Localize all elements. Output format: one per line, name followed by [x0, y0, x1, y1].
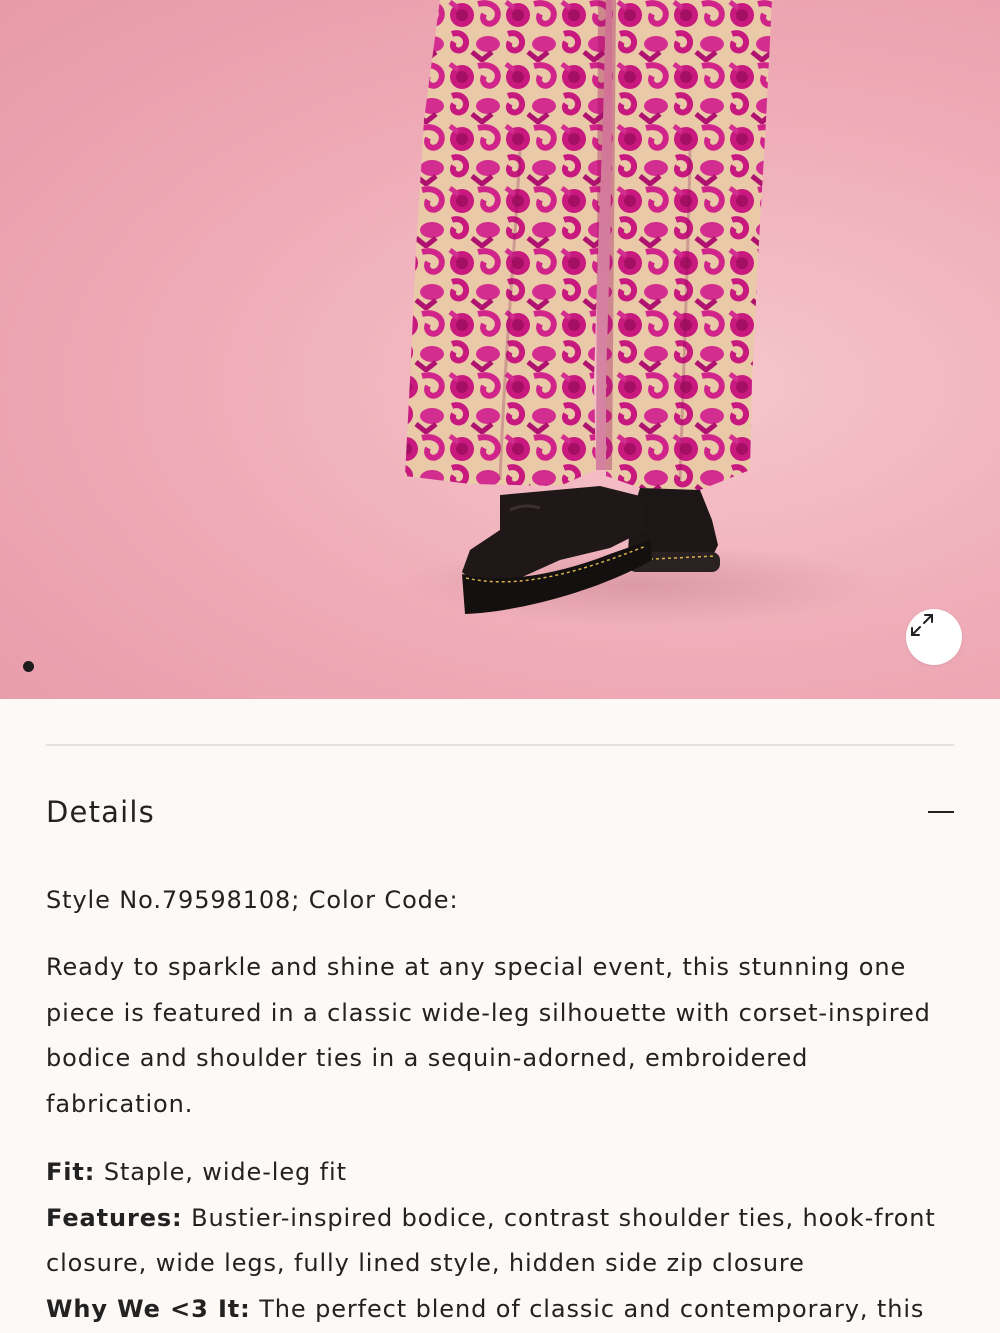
product-image — [400, 0, 880, 625]
product-description: Ready to sparkle and shine at any specia… — [46, 953, 931, 1118]
product-page: Details Style No.79598108; Color Code: R… — [0, 0, 1000, 1333]
spec-value: The perfect blend of classic and contemp… — [259, 1294, 925, 1323]
expand-image-button[interactable] — [906, 609, 962, 665]
carousel-indicator-dot[interactable] — [23, 661, 34, 672]
spec-why-we-love-it: Why We <3 It: The perfect blend of class… — [46, 1287, 956, 1333]
details-accordion-header[interactable]: Details — [46, 786, 954, 838]
spec-value: Staple, wide-leg fit — [103, 1158, 347, 1186]
details-content: Style No.79598108; Color Code: Ready to … — [46, 878, 956, 1332]
expand-arrows-icon — [911, 614, 933, 636]
section-divider — [46, 744, 954, 746]
spec-fit: Fit: Staple, wide-leg fit — [46, 1150, 956, 1196]
spec-label: Why We <3 It: — [46, 1294, 251, 1323]
spec-label: Fit: — [46, 1158, 96, 1186]
details-title: Details — [46, 795, 155, 829]
minus-icon — [928, 811, 954, 813]
style-number: Style No.79598108; Color Code: — [46, 886, 459, 914]
spec-label: Features: — [46, 1203, 183, 1232]
product-image-gallery[interactable] — [0, 0, 1000, 699]
spec-features: Features: Bustier-inspired bodice, contr… — [46, 1196, 956, 1287]
